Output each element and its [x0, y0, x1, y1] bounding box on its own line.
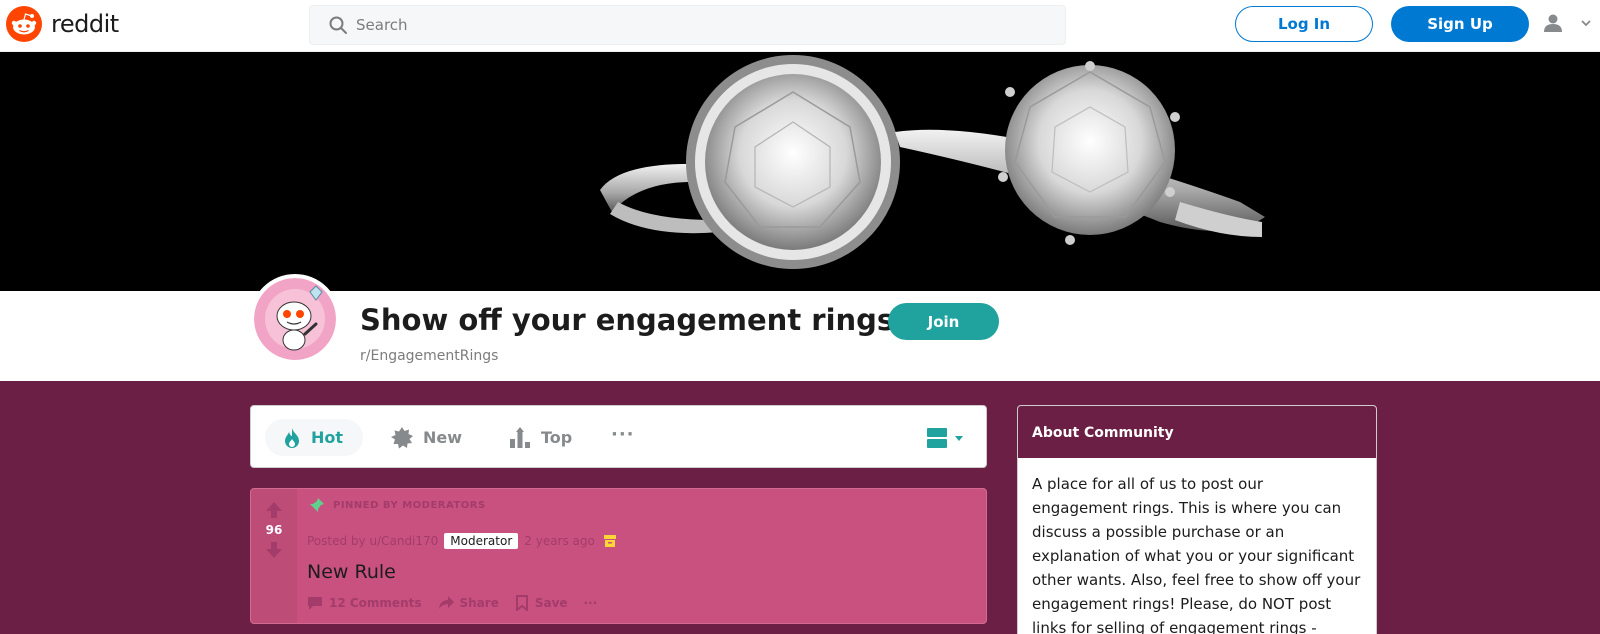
flame-icon	[285, 427, 299, 448]
post-title[interactable]: New Rule	[307, 561, 396, 583]
login-button[interactable]: Log In	[1235, 6, 1373, 42]
chevron-down-icon	[955, 436, 963, 441]
community-banner	[0, 52, 1600, 291]
subreddit-name: r/EngagementRings	[360, 348, 499, 364]
comments-button[interactable]: 12 Comments	[307, 595, 422, 611]
comment-icon	[308, 597, 322, 610]
reddit-logo[interactable]: reddit	[6, 6, 119, 42]
share-button[interactable]: Share	[438, 595, 499, 611]
engagement-rings-banner-image	[600, 55, 1265, 269]
post-more-menu[interactable]: ···	[584, 596, 598, 610]
user-icon	[1544, 14, 1562, 32]
comments-label: 12 Comments	[329, 596, 422, 610]
sort-hot-tab[interactable]: Hot	[265, 419, 364, 456]
pinned-post-card[interactable]: 96 PINNED BY MODERATORS Posted by u/Cand…	[250, 488, 987, 624]
post-actions: 12 Comments Share Save ···	[307, 595, 613, 611]
sort-bar: Hot New Top ···	[250, 405, 987, 468]
downvote-arrow-icon[interactable]	[265, 541, 283, 559]
pin-icon	[310, 498, 324, 512]
save-label: Save	[534, 596, 568, 610]
join-button[interactable]: Join	[888, 303, 999, 340]
user-menu-dropdown[interactable]	[1542, 12, 1594, 34]
top-bar: reddit Log In Sign Up	[0, 0, 1600, 52]
subreddit-title: Show off your engagement rings!	[360, 303, 908, 337]
archive-icon	[603, 535, 616, 547]
bar-chart-icon	[510, 426, 530, 448]
post-time: 2 years ago	[524, 534, 595, 548]
reddit-wordmark: reddit	[51, 10, 119, 38]
sort-new-tab[interactable]: New	[391, 419, 462, 456]
view-layout-toggle[interactable]	[927, 428, 965, 448]
share-icon	[438, 596, 454, 609]
search-input[interactable]	[356, 16, 1036, 34]
vote-column: 96	[251, 489, 297, 623]
save-button[interactable]: Save	[515, 595, 568, 611]
card-view-icon	[927, 428, 947, 448]
bookmark-icon	[515, 595, 528, 611]
vote-count: 96	[265, 523, 283, 537]
share-label: Share	[459, 596, 499, 610]
upvote-arrow-icon[interactable]	[265, 501, 283, 519]
about-description: A place for all of us to post our engage…	[1032, 475, 1361, 634]
sort-more-menu[interactable]: ···	[611, 424, 635, 445]
search-bar[interactable]	[309, 5, 1066, 45]
post-meta: Posted by u/Candi170 Moderator 2 years a…	[307, 533, 617, 549]
burst-icon	[391, 426, 413, 448]
moderator-badge: Moderator	[444, 533, 519, 549]
chevron-down-icon	[1581, 20, 1591, 27]
post-author[interactable]: Posted by u/Candi170	[307, 534, 438, 548]
reddit-snoo-icon	[6, 6, 42, 42]
sort-top-tab[interactable]: Top	[509, 419, 572, 456]
community-avatar	[250, 274, 340, 364]
about-community-widget: About Community A place for all of us to…	[1017, 405, 1377, 634]
pinned-indicator: PINNED BY MODERATORS	[309, 497, 486, 513]
snoo-mascot-icon	[254, 278, 336, 360]
pinned-label: PINNED BY MODERATORS	[333, 499, 486, 511]
search-icon	[329, 16, 347, 34]
sort-new-label: New	[423, 428, 463, 447]
sort-top-label: Top	[541, 428, 573, 447]
signup-button[interactable]: Sign Up	[1391, 6, 1529, 42]
sort-hot-label: Hot	[311, 428, 344, 447]
about-heading: About Community	[1018, 406, 1376, 458]
